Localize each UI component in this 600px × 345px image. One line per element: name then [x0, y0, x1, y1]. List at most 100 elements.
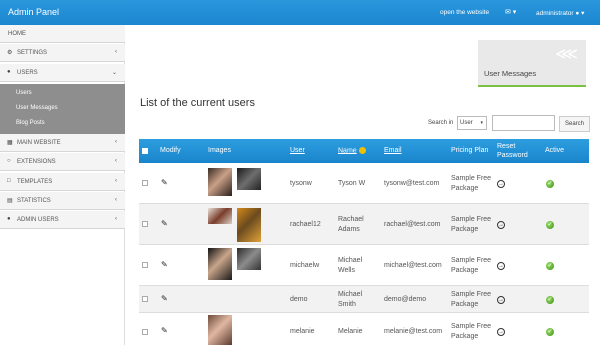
active-check-icon[interactable]: ✓ — [546, 221, 554, 229]
active-check-icon[interactable]: ✓ — [546, 328, 554, 336]
column-header-reset-password: Reset Password — [497, 142, 528, 160]
submenu-item-user-messages[interactable]: User Messages — [16, 105, 58, 111]
top-bar: Admin Panel open the website ✉ ▾ adminis… — [0, 0, 600, 25]
sidebar-item-settings[interactable]: ⚙ SETTINGS ‹ — [0, 44, 125, 62]
row-checkbox[interactable] — [142, 221, 148, 227]
plan-cell: Sample Free Package — [451, 290, 491, 310]
sidebar-item-statistics[interactable]: ▤ STATISTICS ‹ — [0, 192, 125, 210]
edit-icon[interactable]: ✎ — [161, 327, 169, 335]
square-icon: □ — [7, 178, 11, 184]
sidebar-item-admin-users[interactable]: ● ADMIN USERS ‹ — [0, 211, 125, 229]
plan-line1: Sample Free — [451, 323, 492, 330]
select-value: User — [460, 120, 473, 126]
plan-line2: Package — [451, 333, 479, 340]
edit-icon[interactable]: ✎ — [161, 179, 169, 187]
sidebar-item-label: MAIN WEBSITE — [17, 140, 61, 146]
name-line1: Michael — [338, 291, 363, 298]
email-cell: melanie@test.com — [384, 328, 443, 335]
search-button[interactable]: Search — [559, 116, 590, 132]
table-row: ✎ melanie Melanie melanie@test.com Sampl… — [139, 313, 589, 345]
active-check-icon[interactable]: ✓ — [546, 180, 554, 188]
reset-password-icon[interactable]: → — [497, 180, 505, 188]
user-photo[interactable] — [208, 315, 232, 345]
submenu-item-blog-posts[interactable]: Blog Posts — [16, 120, 45, 126]
chevron-down-icon: ⌄ — [111, 70, 117, 76]
column-header-name[interactable]: Name — [338, 147, 366, 154]
reset-password-icon[interactable]: → — [497, 328, 505, 336]
edit-icon[interactable]: ✎ — [161, 295, 169, 303]
user-photo[interactable] — [208, 248, 232, 280]
column-header-pricing-plan: Pricing Plan — [451, 147, 489, 154]
name-header-label: Name — [338, 147, 357, 155]
users-submenu: Users User Messages Blog Posts — [0, 84, 125, 134]
page-title: List of the current users — [140, 97, 255, 109]
plan-line2: Package — [451, 185, 479, 192]
user-icon: ● — [575, 10, 580, 17]
reset-password-icon[interactable]: → — [497, 262, 505, 270]
email-cell: demo@demo — [384, 296, 427, 303]
active-check-icon[interactable]: ✓ — [546, 296, 554, 304]
user-photo[interactable] — [237, 168, 261, 190]
sidebar-item-extensions[interactable]: ○ EXTENSIONS ‹ — [0, 153, 125, 171]
columns-icon: ▦ — [7, 140, 13, 146]
sidebar-item-label: EXTENSIONS — [17, 159, 56, 165]
sidebar-item-main-website[interactable]: ▦ MAIN WEBSITE ‹ — [0, 134, 125, 152]
table-row: ✎ demo Michael Smith demo@demo Sample Fre… — [139, 286, 589, 313]
sidebar-item-label: STATISTICS — [17, 198, 51, 204]
plan-cell: Sample Free Package — [451, 256, 491, 276]
search-input[interactable] — [492, 115, 555, 131]
user-photo[interactable] — [208, 208, 232, 224]
email-cell: michael@test.com — [384, 262, 442, 269]
user-icon: ● — [7, 69, 11, 75]
reset-header-line2: Password — [497, 152, 528, 159]
search-field-select[interactable]: User ▾ — [457, 116, 487, 130]
active-check-icon[interactable]: ✓ — [546, 262, 554, 270]
name-line2: Adams — [338, 226, 360, 233]
email-cell: rachael@test.com — [384, 221, 441, 228]
user-name: administrator — [536, 10, 574, 17]
plan-line1: Sample Free — [451, 291, 492, 298]
app-title[interactable]: Admin Panel — [8, 7, 59, 17]
name-line2: Smith — [338, 301, 356, 308]
chevron-left-icon: ‹ — [115, 197, 117, 203]
sidebar-item-templates[interactable]: □ TEMPLATES ‹ — [0, 173, 125, 191]
chevron-left-icon: ‹ — [115, 216, 117, 222]
envelope-icon[interactable]: ✉ ▾ — [505, 8, 516, 16]
row-checkbox[interactable] — [142, 329, 148, 335]
sidebar-item-label: SETTINGS — [17, 50, 48, 56]
name-line2: Wells — [338, 267, 355, 274]
submenu-item-users[interactable]: Users — [16, 90, 32, 96]
name-line1: Michael — [338, 257, 363, 264]
row-checkbox[interactable] — [142, 180, 148, 186]
user-menu[interactable]: administrator ● ▾ — [536, 9, 584, 17]
sidebar-item-users[interactable]: ● USERS ⌄ — [0, 64, 125, 82]
user-cell: michaelw — [290, 262, 320, 269]
row-checkbox[interactable] — [142, 262, 148, 268]
share-icon: ⋘ — [555, 46, 578, 63]
edit-icon[interactable]: ✎ — [161, 220, 169, 228]
sidebar-item-label: ADMIN USERS — [17, 217, 59, 223]
plan-line2: Package — [451, 301, 479, 308]
column-header-user[interactable]: User — [290, 147, 305, 154]
user-photo[interactable] — [237, 248, 261, 270]
column-header-email[interactable]: Email — [384, 147, 402, 154]
row-checkbox[interactable] — [142, 296, 148, 302]
edit-icon[interactable]: ✎ — [161, 261, 169, 269]
reset-header-line1: Reset — [497, 143, 516, 150]
reset-password-icon[interactable]: → — [497, 221, 505, 229]
reset-password-icon[interactable]: → — [497, 296, 505, 304]
search-label: Search in — [428, 120, 454, 126]
user-photo[interactable] — [237, 208, 261, 242]
name-cell: Michael Wells — [338, 256, 362, 276]
sort-icon[interactable] — [358, 147, 366, 154]
user-messages-card[interactable]: ⋘ User Messages — [478, 40, 586, 87]
user-photo[interactable] — [208, 168, 232, 196]
select-all-checkbox[interactable] — [142, 148, 148, 154]
name-cell: Michael Smith — [338, 290, 362, 310]
open-website-link[interactable]: open the website — [440, 9, 489, 16]
name-line1: Rachael — [338, 216, 364, 223]
column-header-modify: Modify — [160, 147, 181, 154]
sidebar-item-home[interactable]: HOME — [0, 25, 125, 43]
plan-line1: Sample Free — [451, 216, 492, 223]
email-cell: tysonw@test.com — [384, 180, 440, 187]
